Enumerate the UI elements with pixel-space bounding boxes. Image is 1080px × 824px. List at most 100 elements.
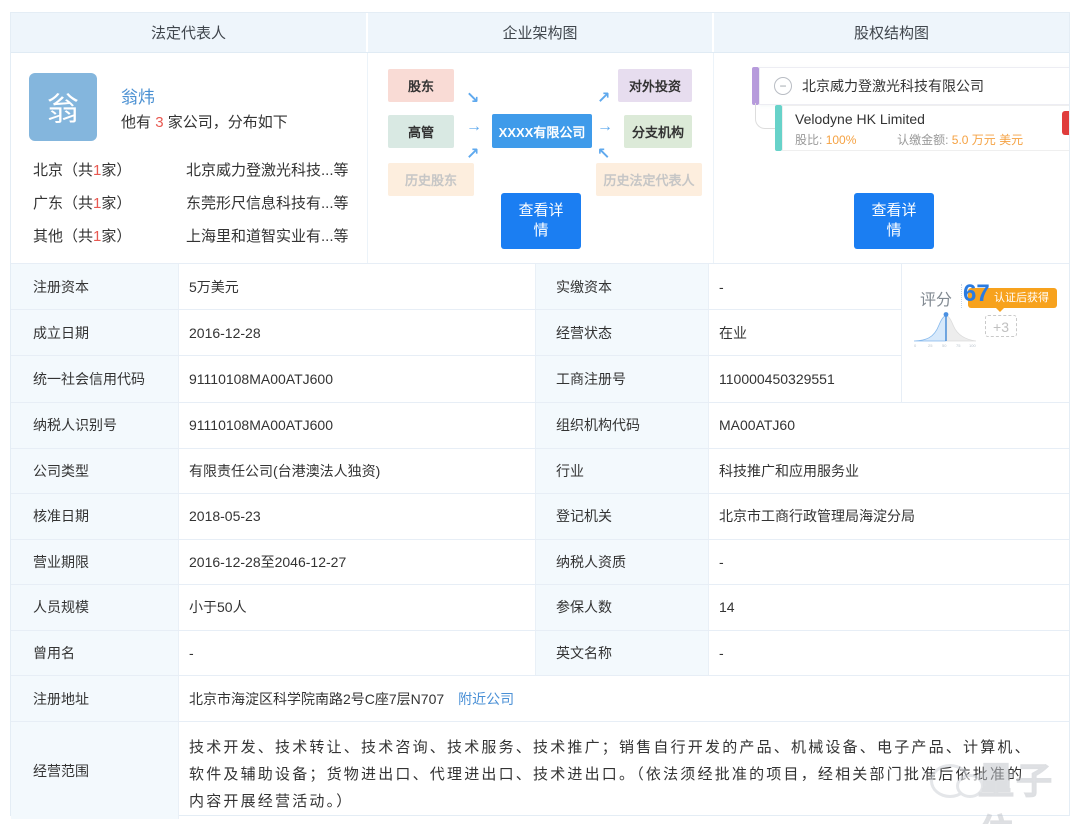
ratio-value: 100% xyxy=(826,133,857,147)
score-value: 67 xyxy=(963,280,990,308)
root-company-name[interactable]: 北京威力登激光科技有限公司 xyxy=(802,76,984,96)
score-distribution-chart: 0 25 50 75 100 xyxy=(912,310,980,350)
row-label: 成立日期 xyxy=(11,310,179,355)
arrow-right-icon: → xyxy=(597,119,613,135)
address-value: 北京市海淀区科学院南路2号C座7层N707 xyxy=(189,689,444,709)
legal-rep-name-link[interactable]: 翁炜 xyxy=(121,83,155,108)
row-label: 参保人数 xyxy=(536,585,709,630)
amount-value: 5.0 万元 xyxy=(952,133,996,147)
table-row: 纳税人识别号 91110108MA00ATJ600 组织机构代码 MA00ATJ… xyxy=(11,403,1069,449)
root-node-bar xyxy=(752,67,759,105)
nearby-companies-link[interactable]: 附近公司 xyxy=(458,689,514,709)
legal-representative-panel: 翁 翁炜 他有 3 家公司，分布如下 北京（共1家） 北京威力登激光科技...等… xyxy=(11,53,368,263)
row-value: MA00ATJ60 xyxy=(709,403,1069,448)
top-panels: 翁 翁炜 他有 3 家公司，分布如下 北京（共1家） 北京威力登激光科技...等… xyxy=(11,53,1069,263)
score-panel: 评分 认证后获得 67 +3 0 25 50 75 100 xyxy=(901,264,1069,402)
table-row: 统一社会信用代码 91110108MA00ATJ600 工商注册号 110000… xyxy=(11,356,901,402)
legal-rep-summary: 他有 3 家公司，分布如下 xyxy=(121,111,288,132)
svg-text:100: 100 xyxy=(969,343,976,348)
collapse-icon[interactable]: − xyxy=(774,77,792,95)
currency: 美元 xyxy=(999,133,1023,147)
company-name[interactable]: 上海里和道智实业有...等 xyxy=(186,225,349,246)
row-value: 2016-12-28 xyxy=(179,310,536,355)
company-name[interactable]: 北京威力登激光科技...等 xyxy=(186,159,349,180)
child-node-bar xyxy=(775,105,782,151)
row-label: 英文名称 xyxy=(536,631,709,676)
company-profile-page: 法定代表人 企业架构图 股权结构图 翁 翁炜 他有 3 家公司，分布如下 北京（… xyxy=(0,0,1080,824)
org-chart-detail-button[interactable]: 查看详情 xyxy=(501,193,581,249)
arrow-up-right-icon: ↗ xyxy=(466,147,479,163)
node-history-legal-rep: 历史法定代表人 xyxy=(596,163,702,196)
node-center-company: XXXX有限公司 xyxy=(492,114,592,148)
table-row: 成立日期 2016-12-28 经营状态 在业 xyxy=(11,310,901,356)
equity-chart-detail-button[interactable]: 查看详情 xyxy=(854,193,934,249)
row-label: 注册资本 xyxy=(11,264,179,309)
row-label: 实缴资本 xyxy=(536,264,709,309)
row-label: 核准日期 xyxy=(11,494,179,539)
ratio-label: 股比: xyxy=(795,133,822,147)
row-value: - xyxy=(709,540,1069,585)
row-label: 工商注册号 xyxy=(536,356,709,402)
row-value: 5万美元 xyxy=(179,264,536,309)
equity-root-node: − 北京威力登激光科技有限公司 xyxy=(759,67,1069,105)
row-value: 110000450329551 xyxy=(709,356,901,402)
row-value: 91110108MA00ATJ600 xyxy=(179,356,536,402)
row-value: 91110108MA00ATJ600 xyxy=(179,403,536,448)
equity-shareholder-node: Velodyne HK Limited 股比: 100% 认缴金额: 5.0 万… xyxy=(782,105,1069,151)
node-branches: 分支机构 xyxy=(624,115,692,148)
row-label: 经营范围 xyxy=(11,722,179,819)
row-label: 营业期限 xyxy=(11,540,179,585)
shareholder-details: 股比: 100% 认缴金额: 5.0 万元 美元 xyxy=(795,131,1069,148)
shareholder-name[interactable]: Velodyne HK Limited xyxy=(795,111,1069,127)
table-row-scope: 经营范围 技术开发、技术转让、技术咨询、技术服务、技术推广；销售自行开发的产品、… xyxy=(11,722,1069,819)
node-outbound-investments: 对外投资 xyxy=(618,69,692,102)
list-item: 北京（共1家） 北京威力登激光科技...等 xyxy=(33,153,349,186)
red-tag-clipped xyxy=(1062,111,1069,135)
row-value: 14 xyxy=(709,585,1069,630)
row-label: 注册地址 xyxy=(11,676,179,721)
company-info-card: 法定代表人 企业架构图 股权结构图 翁 翁炜 他有 3 家公司，分布如下 北京（… xyxy=(10,12,1070,816)
row-value: 2018-05-23 xyxy=(179,494,536,539)
row-label: 经营状态 xyxy=(536,310,709,355)
row-label: 纳税人资质 xyxy=(536,540,709,585)
row-label: 人员规模 xyxy=(11,585,179,630)
row-value: - xyxy=(179,631,536,676)
row-label: 纳税人识别号 xyxy=(11,403,179,448)
region-label: 其他（共1家） xyxy=(33,225,186,246)
arrow-up-left-icon: ↖ xyxy=(597,147,610,163)
row-label: 曾用名 xyxy=(11,631,179,676)
arrow-right-icon: → xyxy=(466,119,482,135)
list-item: 其他（共1家） 上海里和道智实业有...等 xyxy=(33,219,349,252)
company-info-table: 注册资本 5万美元 实缴资本 - 成立日期 2016-12-28 经营状态 在业… xyxy=(11,263,1069,819)
org-chart-panel: 股东 高管 历史股东 XXXX有限公司 对外投资 分支机构 历史法定代表人 ↘ … xyxy=(368,53,714,263)
node-executives: 高管 xyxy=(388,115,454,148)
header-legal-representative: 法定代表人 xyxy=(11,13,368,52)
row-value: - xyxy=(709,631,1069,676)
top-header-row: 法定代表人 企业架构图 股权结构图 xyxy=(11,13,1069,53)
table-row: 公司类型 有限责任公司(台港澳法人独资) 行业 科技推广和应用服务业 xyxy=(11,449,1069,495)
amount-label: 认缴金额: xyxy=(897,133,948,147)
row-value: 有限责任公司(台港澳法人独资) xyxy=(179,449,536,494)
score-extra-badge: +3 xyxy=(985,315,1017,337)
score-divider xyxy=(961,284,962,308)
list-item: 广东（共1家） 东莞形尺信息科技有...等 xyxy=(33,186,349,219)
row-value: 小于50人 xyxy=(179,585,536,630)
svg-text:50: 50 xyxy=(942,343,947,348)
summary-prefix: 他有 xyxy=(121,114,151,131)
node-shareholders: 股东 xyxy=(388,69,454,102)
svg-text:75: 75 xyxy=(956,343,961,348)
row-label: 组织机构代码 xyxy=(536,403,709,448)
arrow-up-right-icon: ↗ xyxy=(597,91,610,107)
row-label: 公司类型 xyxy=(11,449,179,494)
region-label: 北京（共1家） xyxy=(33,159,186,180)
summary-suffix: 家公司，分布如下 xyxy=(168,114,288,131)
row-label: 登记机关 xyxy=(536,494,709,539)
region-label: 广东（共1家） xyxy=(33,192,186,213)
svg-text:25: 25 xyxy=(928,343,933,348)
address-cell: 北京市海淀区科学院南路2号C座7层N707 附近公司 xyxy=(179,676,1069,721)
table-row: 营业期限 2016-12-28至2046-12-27 纳税人资质 - xyxy=(11,540,1069,586)
table-row: 核准日期 2018-05-23 登记机关 北京市工商行政管理局海淀分局 xyxy=(11,494,1069,540)
company-name[interactable]: 东莞形尺信息科技有...等 xyxy=(186,192,349,213)
row-label: 统一社会信用代码 xyxy=(11,356,179,402)
table-row: 人员规模 小于50人 参保人数 14 xyxy=(11,585,1069,631)
